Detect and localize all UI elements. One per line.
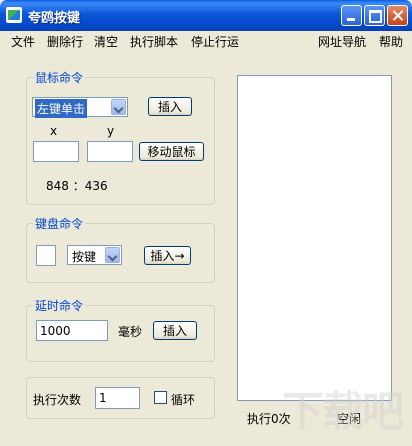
script-list[interactable] [237, 75, 392, 401]
x-label: x [50, 124, 58, 138]
key-mode-select[interactable]: 按键 [67, 245, 122, 265]
loop-label: 循环 [171, 393, 196, 407]
exec-count-input[interactable]: 1 [95, 387, 140, 409]
mouse-action-select[interactable]: 左键单击 [32, 97, 128, 118]
menu-run-script[interactable]: 执行脚本 [130, 33, 178, 50]
app-icon [6, 7, 22, 23]
delay-insert-button[interactable]: 插入 [153, 321, 197, 340]
loop-checkbox[interactable] [154, 391, 167, 404]
move-mouse-button[interactable]: 移动鼠标 [139, 142, 204, 161]
menu-file[interactable]: 文件 [11, 33, 35, 50]
delay-unit: 毫秒 [118, 325, 143, 339]
x-input[interactable] [33, 141, 79, 162]
keyboard-insert-button[interactable]: 插入→ [144, 246, 191, 265]
minimize-button[interactable] [341, 5, 362, 26]
menu-web-nav[interactable]: 网址导航 [318, 33, 366, 50]
key-input[interactable] [36, 245, 56, 266]
chevron-down-icon[interactable] [105, 247, 120, 263]
menu-stop-run[interactable]: 停止行运 [191, 33, 239, 50]
menu-clear[interactable]: 清空 [94, 33, 118, 50]
menu-bar: 文件 删除行 清空 执行脚本 停止行运 网址导航 帮助 [0, 31, 412, 50]
menu-help[interactable]: 帮助 [379, 33, 403, 50]
y-label: y [107, 124, 115, 138]
mouse-coords: 848 ：436 [46, 179, 108, 193]
chevron-down-icon[interactable] [111, 99, 126, 115]
window-title: 夸鸥按键 [28, 11, 81, 26]
close-button[interactable] [387, 5, 408, 26]
menu-delete-row[interactable]: 删除行 [47, 33, 83, 50]
watermark: 下载吧 [282, 387, 404, 436]
maximize-button[interactable] [364, 5, 385, 26]
y-input[interactable] [87, 141, 133, 162]
mouse-insert-button[interactable]: 插入 [148, 97, 192, 116]
mouse-action-value: 左键单击 [35, 99, 88, 118]
keyboard-group-title: 键盘命令 [33, 215, 86, 232]
delay-input[interactable]: 1000 [36, 320, 108, 341]
delay-group-title: 延时命令 [33, 297, 86, 314]
exec-count-label: 执行次数 [33, 393, 82, 407]
mouse-group-title: 鼠标命令 [33, 69, 86, 86]
title-bar[interactable]: 夸鸥按键 [0, 0, 412, 31]
key-mode-value: 按键 [72, 250, 97, 264]
